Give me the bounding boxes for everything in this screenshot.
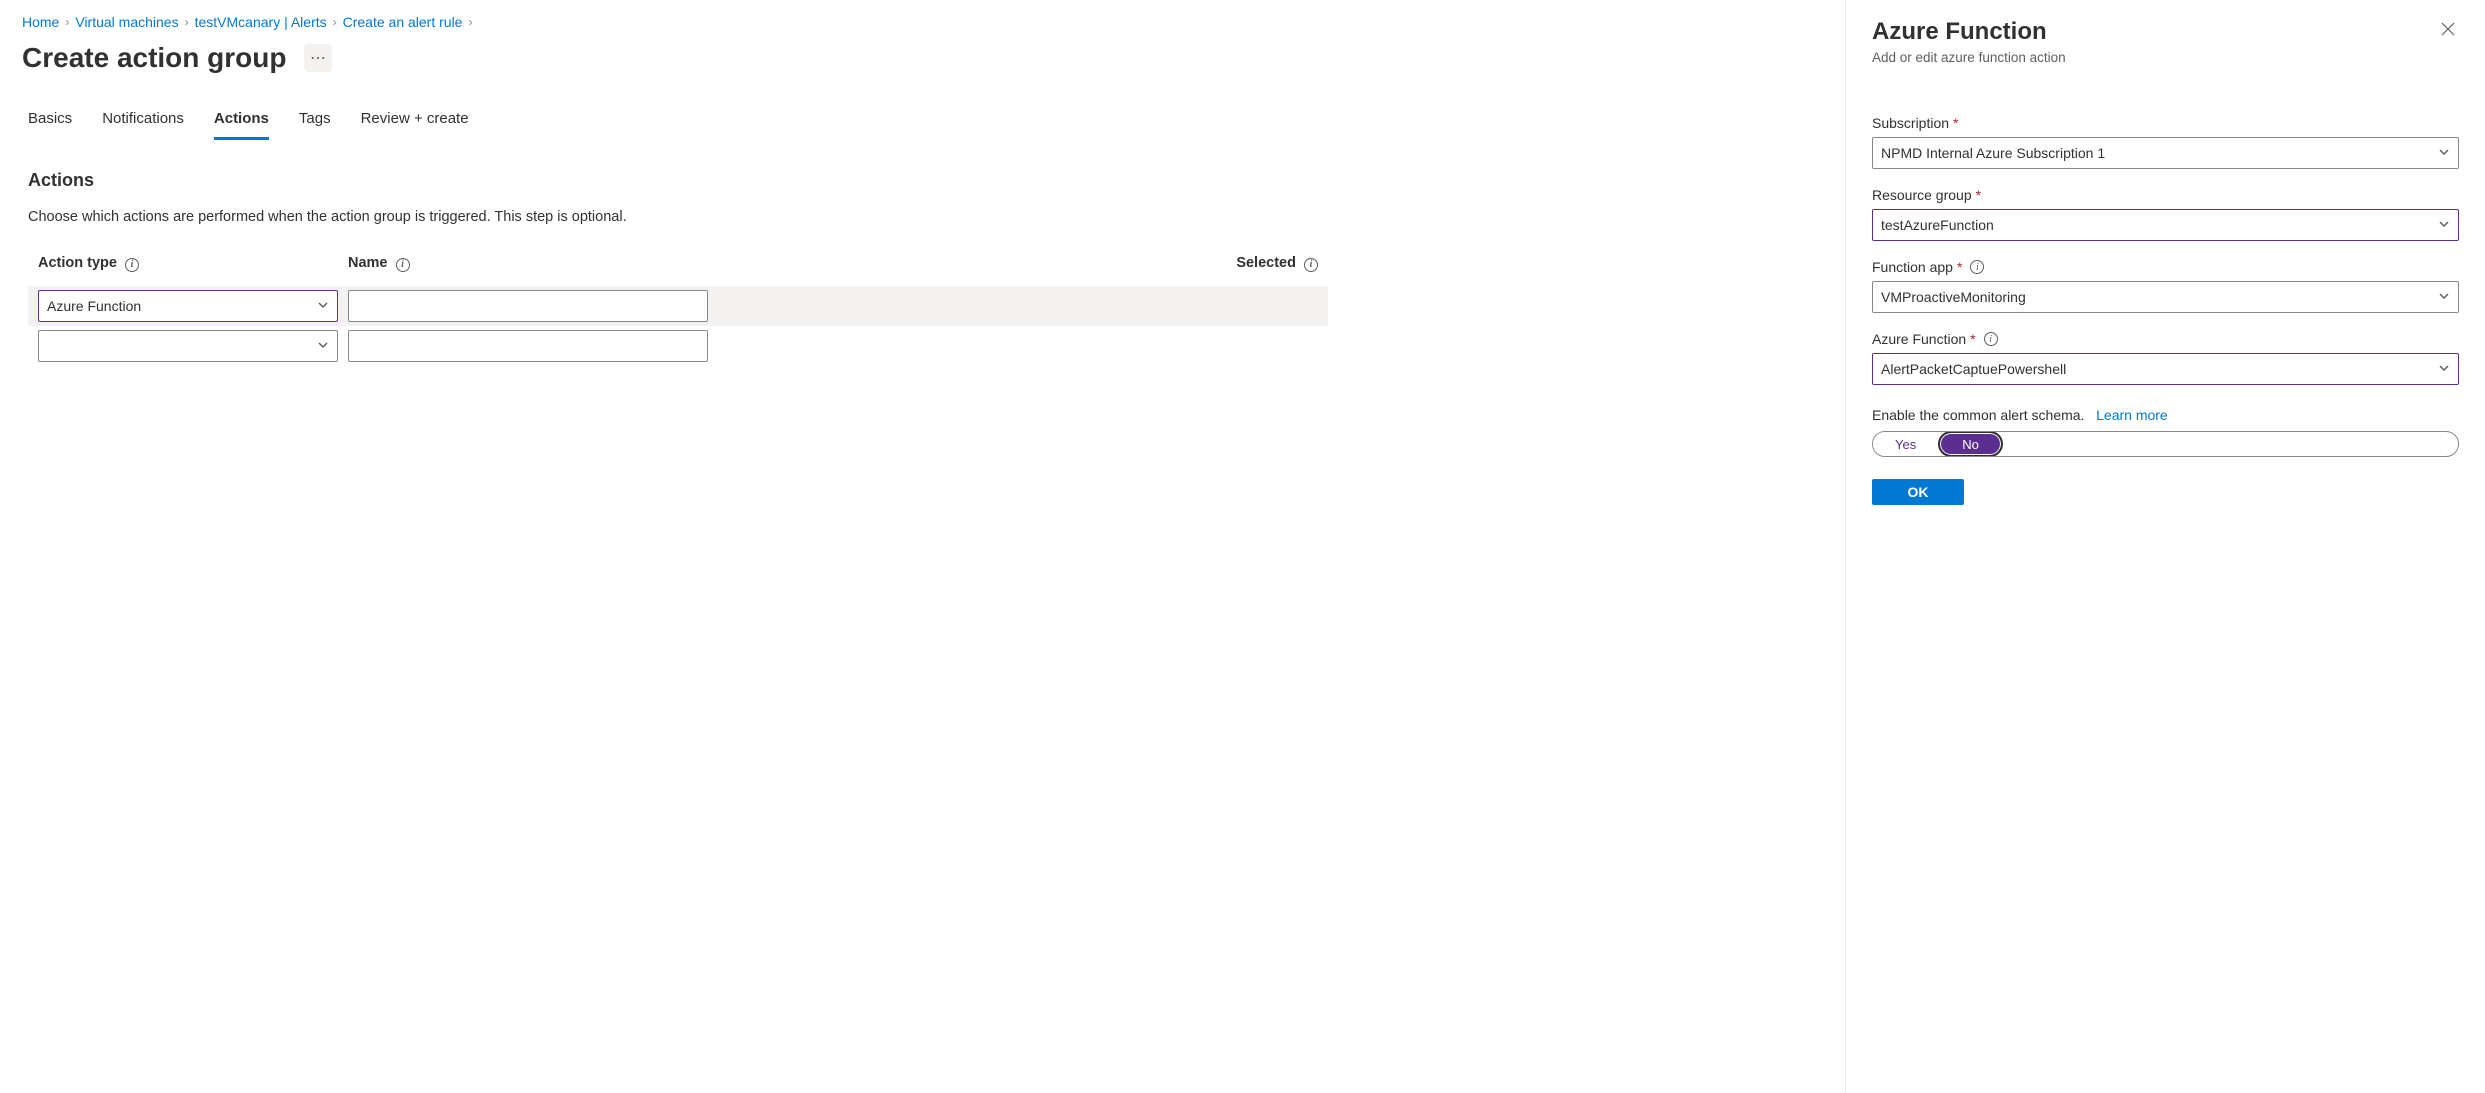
table-row: Azure Function bbox=[28, 286, 1328, 326]
page-title: Create action group bbox=[22, 42, 286, 74]
breadcrumb-link-home[interactable]: Home bbox=[22, 14, 59, 30]
action-name-input[interactable] bbox=[348, 290, 708, 322]
info-icon[interactable]: i bbox=[1984, 332, 1998, 346]
tab-review-create[interactable]: Review + create bbox=[361, 104, 469, 140]
actions-table: Action type i Name i Selected i Azure Fu… bbox=[28, 255, 1328, 366]
required-icon: * bbox=[1953, 115, 1958, 131]
breadcrumb-link-create-rule[interactable]: Create an alert rule bbox=[343, 14, 463, 30]
azure-function-select[interactable]: AlertPacketCaptuePowershell bbox=[1872, 353, 2459, 385]
chevron-right-icon: › bbox=[185, 15, 189, 29]
field-label: Function app * i bbox=[1872, 259, 2459, 275]
field-label: Subscription * bbox=[1872, 115, 2459, 131]
tab-notifications[interactable]: Notifications bbox=[102, 104, 184, 140]
info-icon[interactable]: i bbox=[125, 258, 139, 272]
breadcrumb-link-vms[interactable]: Virtual machines bbox=[75, 14, 178, 30]
ellipsis-icon: ⋯ bbox=[310, 48, 327, 68]
label-text: Resource group bbox=[1872, 187, 1972, 203]
resource-group-select[interactable]: testAzureFunction bbox=[1872, 209, 2459, 241]
schema-text: Enable the common alert schema. bbox=[1872, 407, 2084, 423]
chevron-down-icon bbox=[2438, 361, 2450, 377]
label-text: Subscription bbox=[1872, 115, 1949, 131]
field-label: Azure Function * i bbox=[1872, 331, 2459, 347]
col-action-type: Action type i bbox=[38, 255, 338, 272]
tab-basics[interactable]: Basics bbox=[28, 104, 72, 140]
label-text: Function app bbox=[1872, 259, 1953, 275]
required-icon: * bbox=[1957, 259, 1962, 275]
schema-row: Enable the common alert schema. Learn mo… bbox=[1872, 407, 2459, 423]
select-value: VMProactiveMonitoring bbox=[1881, 289, 2026, 305]
field-function-app: Function app * i VMProactiveMonitoring bbox=[1872, 259, 2459, 313]
select-value: NPMD Internal Azure Subscription 1 bbox=[1881, 145, 2105, 161]
select-value: AlertPacketCaptuePowershell bbox=[1881, 361, 2066, 377]
chevron-down-icon bbox=[317, 338, 329, 354]
table-header: Action type i Name i Selected i bbox=[28, 255, 1328, 286]
field-subscription: Subscription * NPMD Internal Azure Subsc… bbox=[1872, 115, 2459, 169]
col-selected: Selected i bbox=[718, 255, 1318, 272]
toggle-no[interactable]: No bbox=[1938, 431, 2003, 457]
required-icon: * bbox=[1976, 187, 1981, 203]
field-azure-function: Azure Function * i AlertPacketCaptuePowe… bbox=[1872, 331, 2459, 385]
toggle-yes[interactable]: Yes bbox=[1873, 432, 1938, 456]
chevron-down-icon bbox=[2438, 145, 2450, 161]
close-button[interactable] bbox=[2437, 18, 2459, 44]
panel-header: Azure Function Add or edit azure functio… bbox=[1872, 18, 2459, 65]
more-button[interactable]: ⋯ bbox=[304, 44, 332, 72]
side-panel: Azure Function Add or edit azure functio… bbox=[1845, 0, 2485, 1093]
info-icon[interactable]: i bbox=[1970, 260, 1984, 274]
chevron-right-icon: › bbox=[468, 15, 472, 29]
action-type-select[interactable]: Azure Function bbox=[38, 290, 338, 322]
subscription-select[interactable]: NPMD Internal Azure Subscription 1 bbox=[1872, 137, 2459, 169]
col-name-label: Name bbox=[348, 255, 388, 271]
field-label: Resource group * bbox=[1872, 187, 2459, 203]
ok-button[interactable]: OK bbox=[1872, 479, 1964, 505]
action-type-select[interactable] bbox=[38, 330, 338, 362]
chevron-right-icon: › bbox=[333, 15, 337, 29]
panel-subtitle: Add or edit azure function action bbox=[1872, 50, 2066, 65]
tab-tags[interactable]: Tags bbox=[299, 104, 331, 140]
table-row bbox=[28, 326, 1328, 366]
function-app-select[interactable]: VMProactiveMonitoring bbox=[1872, 281, 2459, 313]
chevron-right-icon: › bbox=[65, 15, 69, 29]
panel-title: Azure Function bbox=[1872, 18, 2066, 46]
select-value: testAzureFunction bbox=[1881, 217, 1994, 233]
select-value: Azure Function bbox=[47, 298, 141, 314]
breadcrumb-link-alerts[interactable]: testVMcanary | Alerts bbox=[195, 14, 327, 30]
close-icon bbox=[2441, 22, 2455, 36]
schema-toggle[interactable]: Yes No bbox=[1872, 431, 2459, 457]
required-icon: * bbox=[1970, 331, 1975, 347]
label-text: Azure Function bbox=[1872, 331, 1966, 347]
col-action-type-label: Action type bbox=[38, 255, 117, 271]
info-icon[interactable]: i bbox=[396, 258, 410, 272]
col-name: Name i bbox=[348, 255, 708, 272]
learn-more-link[interactable]: Learn more bbox=[2096, 407, 2168, 423]
info-icon[interactable]: i bbox=[1304, 258, 1318, 272]
chevron-down-icon bbox=[2438, 289, 2450, 305]
tab-actions[interactable]: Actions bbox=[214, 104, 269, 140]
col-selected-label: Selected bbox=[1236, 255, 1296, 271]
action-name-input[interactable] bbox=[348, 330, 708, 362]
chevron-down-icon bbox=[2438, 217, 2450, 233]
chevron-down-icon bbox=[317, 298, 329, 314]
field-resource-group: Resource group * testAzureFunction bbox=[1872, 187, 2459, 241]
